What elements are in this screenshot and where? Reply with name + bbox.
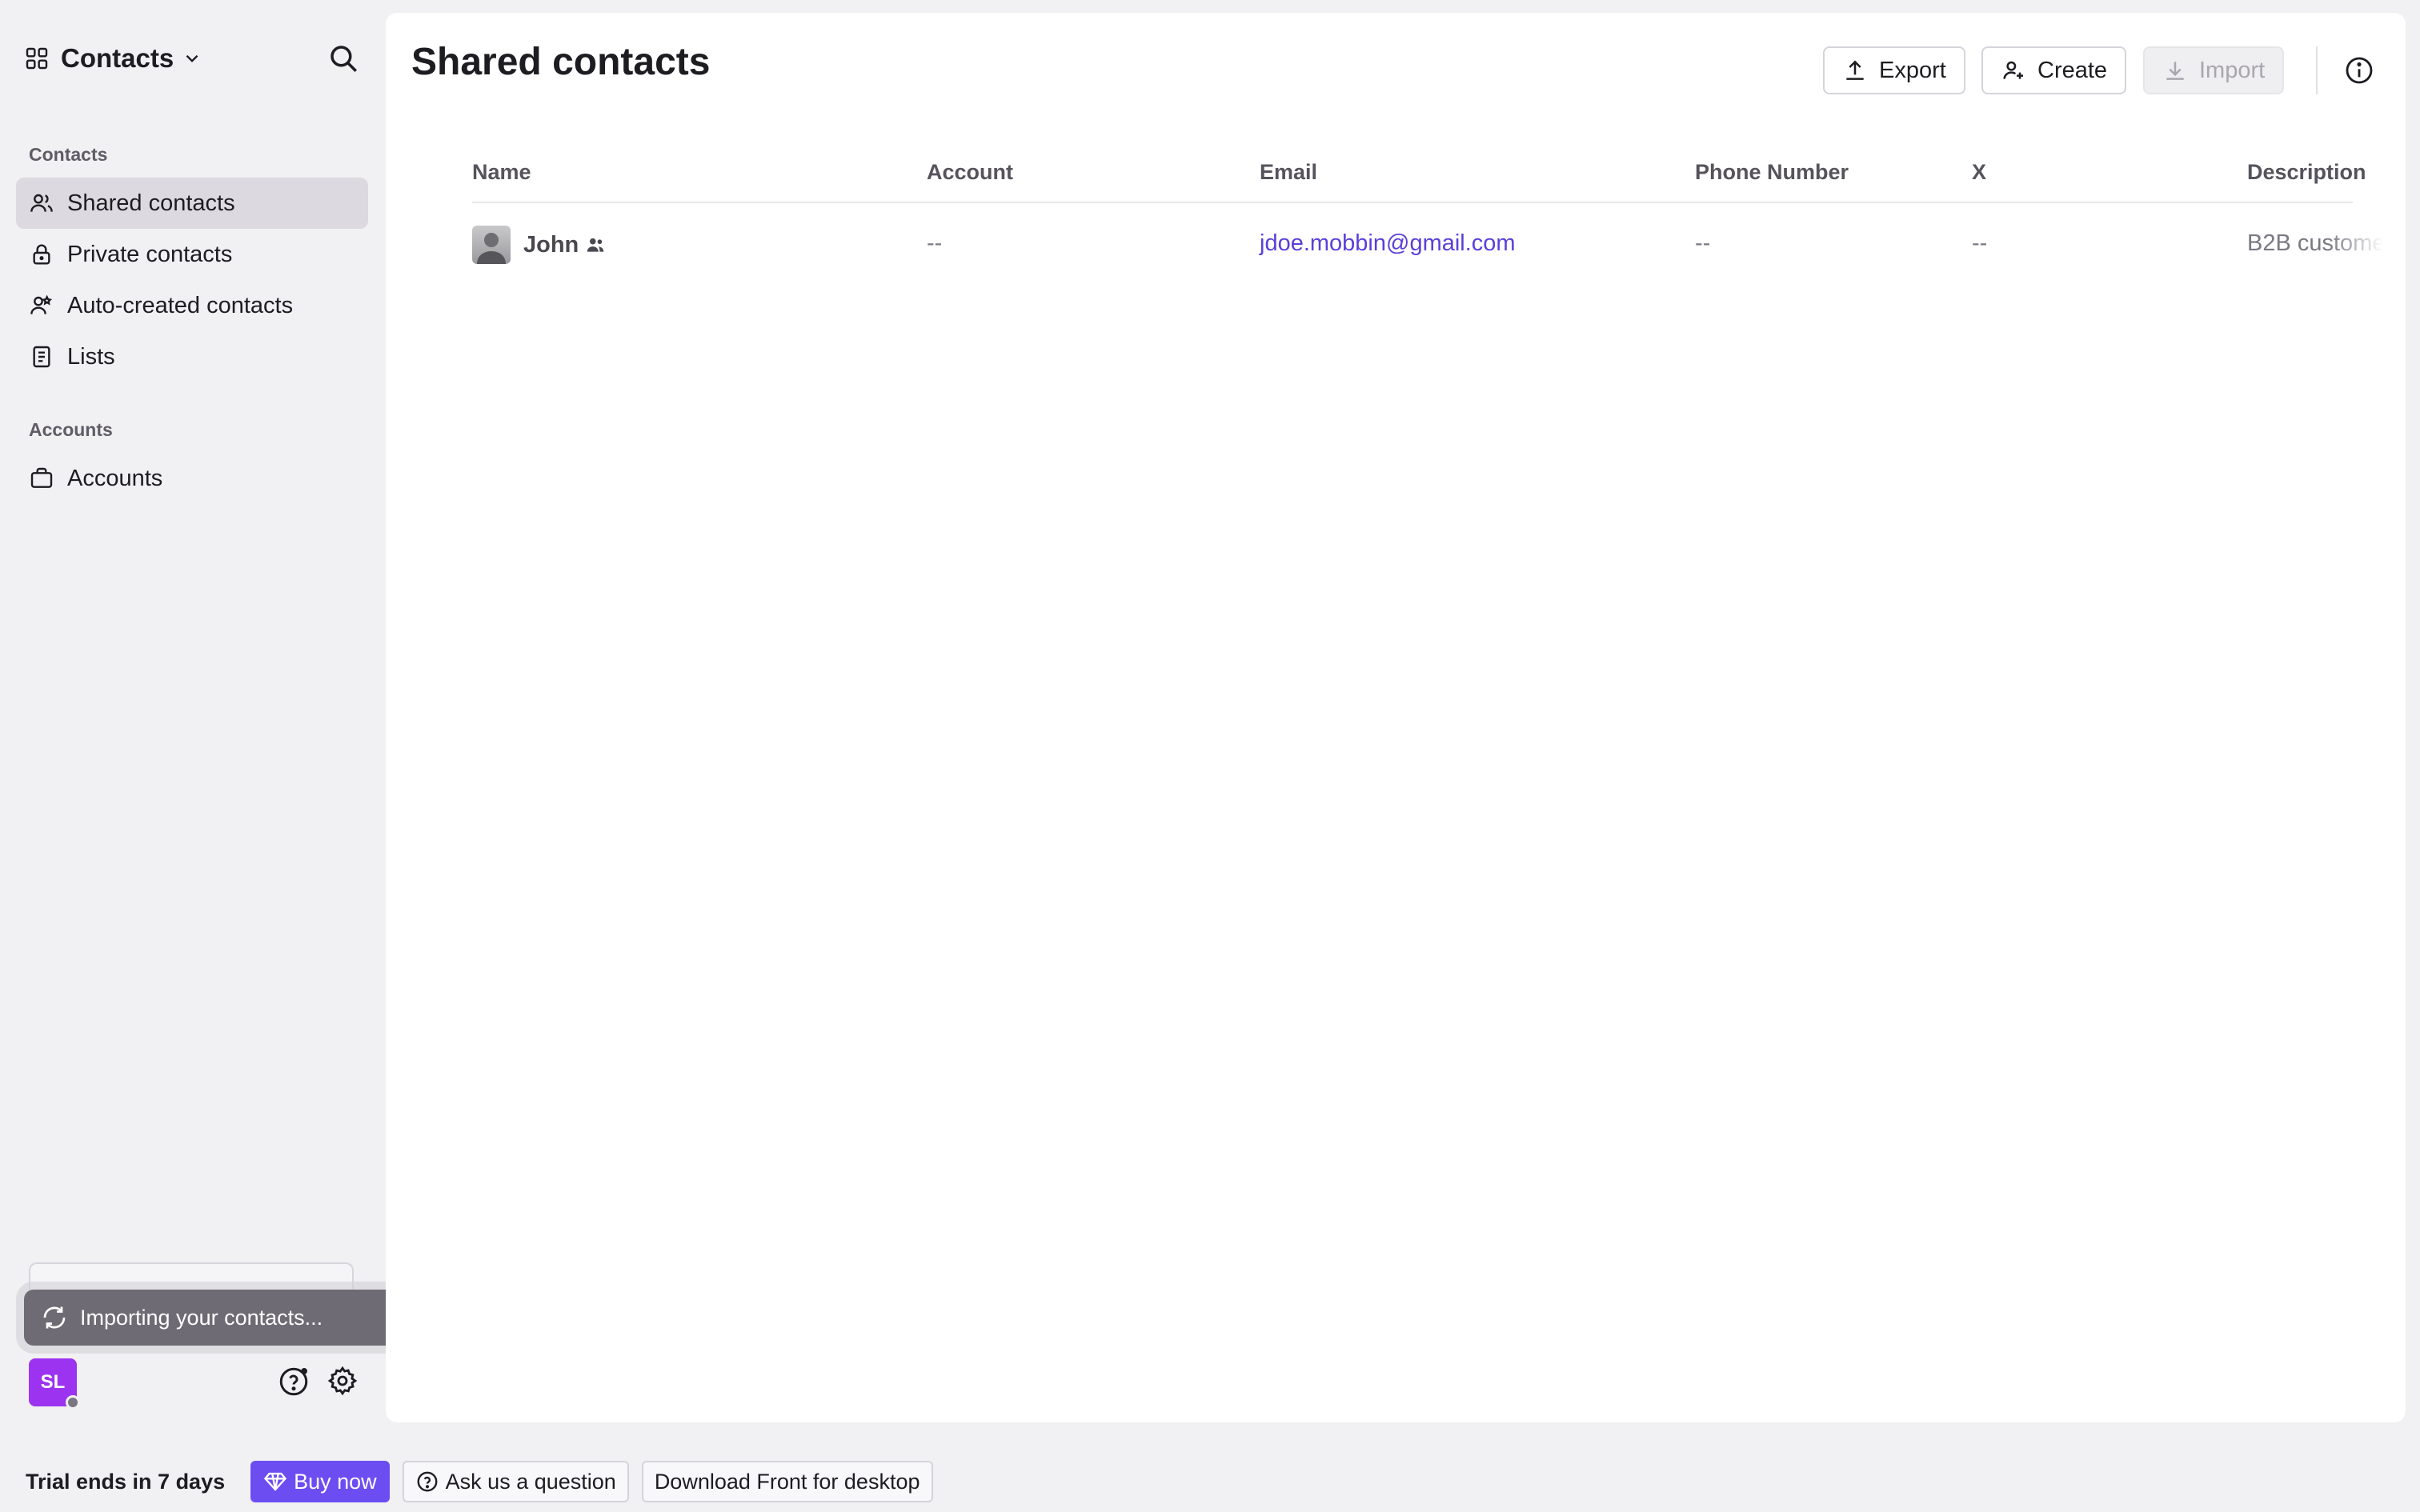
sidebar-item-lists[interactable]: Lists — [16, 331, 368, 382]
page-title: Shared contacts — [411, 41, 711, 83]
sidebar-item-accounts[interactable]: Accounts — [16, 453, 368, 504]
table-row[interactable]: John -- jdoe.mobbin@gmail.com -- -- B2B … — [472, 203, 2406, 293]
ask-question-label: Ask us a question — [445, 1469, 616, 1494]
search-icon[interactable] — [327, 42, 360, 75]
avatar-initials: SL — [40, 1371, 66, 1393]
sidebar-item-label: Auto-created contacts — [67, 292, 294, 318]
cell-phone: -- — [1695, 230, 1711, 256]
cell-account: -- — [927, 230, 943, 256]
shared-users-icon — [587, 238, 604, 252]
column-header-name[interactable]: Name — [472, 160, 531, 185]
sidebar-item-shared-contacts[interactable]: Shared contacts — [16, 178, 368, 229]
import-label: Import — [2199, 57, 2266, 83]
column-header-email[interactable]: Email — [1260, 160, 1317, 185]
column-header-x[interactable]: X — [1972, 160, 1986, 185]
cell-name[interactable]: John — [472, 226, 606, 264]
trial-bar: Trial ends in 7 days Buy now Ask us a qu… — [0, 1451, 2420, 1512]
column-header-account[interactable]: Account — [927, 160, 1013, 185]
contact-photo — [472, 226, 511, 264]
person-silhouette-icon — [477, 233, 506, 264]
user-avatar[interactable]: SL — [29, 1358, 80, 1410]
table-header: Name Account Email Phone Number X Descri… — [472, 141, 2366, 203]
sidebar-item-auto-created-contacts[interactable]: Auto-created contacts — [16, 280, 368, 331]
column-header-description[interactable]: Description — [2247, 160, 2366, 185]
cell-email-link[interactable]: jdoe.mobbin@gmail.com — [1260, 230, 1516, 257]
app-title: Contacts — [61, 43, 174, 73]
sidebar-item-private-contacts[interactable]: Private contacts — [16, 229, 368, 280]
create-button[interactable]: Create — [1981, 46, 2127, 94]
help-icon[interactable] — [277, 1365, 311, 1398]
sidebar-item-label: Accounts — [67, 465, 163, 491]
users-icon — [30, 194, 53, 212]
user-auto-icon — [30, 294, 53, 314]
briefcase-icon — [30, 467, 53, 488]
chevron-down-icon — [186, 54, 198, 62]
sidebar-item-label: Private contacts — [67, 241, 233, 267]
download-desktop-button[interactable]: Download Front for desktop — [641, 1461, 933, 1502]
toolbar-divider — [2316, 46, 2318, 94]
section-label-contacts: Contacts — [29, 144, 108, 165]
buy-now-button[interactable]: Buy now — [250, 1461, 390, 1502]
list-icon — [33, 346, 50, 368]
ask-question-button[interactable]: Ask us a question — [402, 1461, 629, 1502]
contact-name: John — [523, 231, 579, 258]
upload-icon — [1846, 60, 1864, 80]
main-panel: Shared contacts Export Create Import Nam… — [386, 13, 2406, 1422]
download-icon — [2166, 62, 2184, 80]
presence-dot — [66, 1395, 80, 1410]
sidebar: Contacts Contacts Shared contacts Privat… — [0, 0, 459, 1451]
export-label: Export — [1879, 57, 1946, 83]
lock-icon — [33, 244, 50, 265]
export-button[interactable]: Export — [1823, 46, 1965, 94]
toast-message: Importing your contacts... — [80, 1305, 323, 1330]
gear-icon[interactable] — [327, 1365, 359, 1397]
cell-description: B2B customer — [2247, 230, 2383, 256]
user-plus-icon — [2003, 61, 2023, 79]
section-label-accounts: Accounts — [29, 419, 113, 440]
buy-now-label: Buy now — [294, 1469, 377, 1494]
column-header-phone[interactable]: Phone Number — [1695, 160, 1849, 185]
cell-x: -- — [1972, 230, 1988, 256]
import-button[interactable]: Import — [2143, 46, 2285, 94]
info-icon[interactable] — [2343, 54, 2375, 86]
question-circle-icon — [417, 1471, 438, 1492]
download-desktop-label: Download Front for desktop — [654, 1469, 920, 1494]
trial-text: Trial ends in 7 days — [26, 1469, 226, 1494]
contacts-table: Name Account Email Phone Number X Descri… — [472, 141, 2406, 293]
apps-grid-icon — [26, 47, 48, 70]
diamond-icon — [264, 1472, 287, 1491]
create-label: Create — [2037, 57, 2108, 83]
app-switcher[interactable]: Contacts — [24, 40, 367, 77]
sync-icon — [43, 1306, 66, 1329]
sidebar-item-label: Lists — [67, 343, 115, 370]
sidebar-item-label: Shared contacts — [67, 190, 235, 216]
